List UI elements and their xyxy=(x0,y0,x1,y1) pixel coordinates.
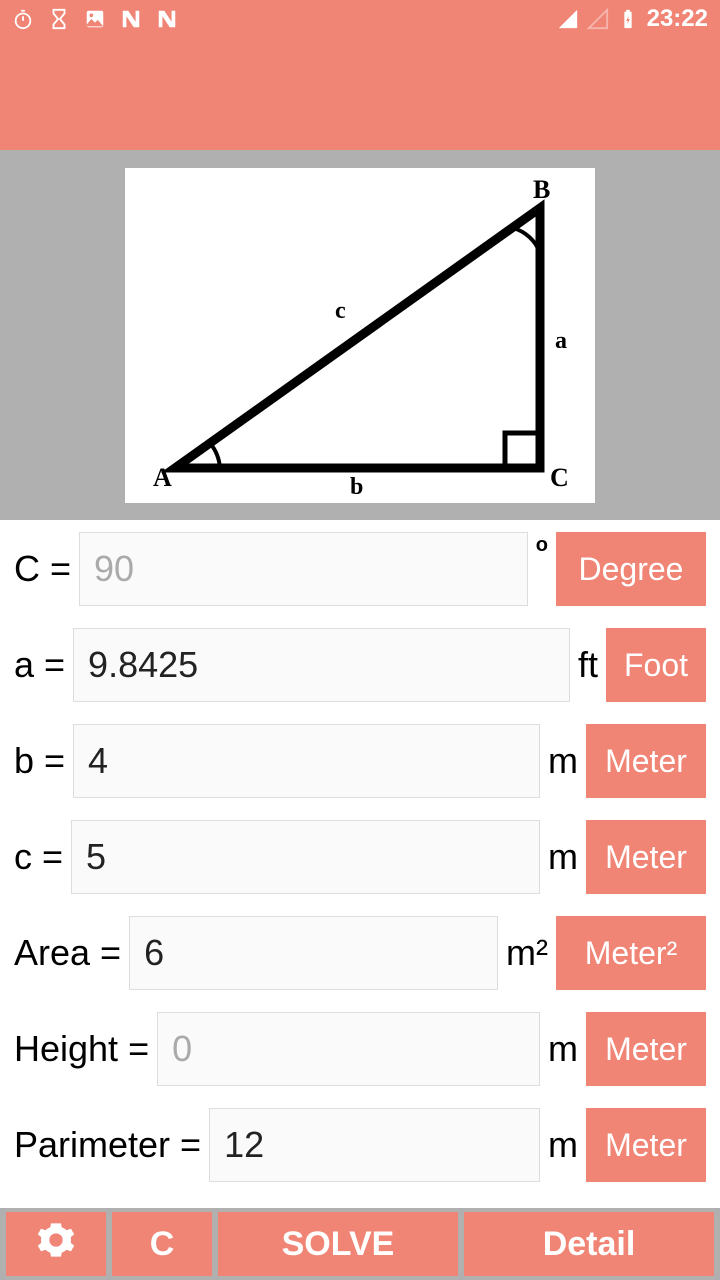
diagram-area: A B C a b c xyxy=(0,150,720,520)
angle-c-label: C = xyxy=(14,548,71,590)
battery-charging-icon xyxy=(617,8,639,30)
side-c-label: c xyxy=(335,298,346,324)
side-a-field-label: a = xyxy=(14,644,65,686)
clear-button[interactable]: C xyxy=(112,1212,212,1276)
side-c-input[interactable] xyxy=(71,820,540,894)
angle-c-suffix: o xyxy=(536,548,548,590)
side-b-field-label: b = xyxy=(14,740,65,782)
vertex-b-label: B xyxy=(533,175,550,204)
row-a: a = ft Foot xyxy=(14,628,706,702)
perimeter-input[interactable] xyxy=(209,1108,540,1182)
height-suffix: m xyxy=(548,1028,578,1070)
vertex-a-label: A xyxy=(153,463,172,492)
n-icon-1 xyxy=(120,8,142,30)
side-c-suffix: m xyxy=(548,836,578,878)
settings-button[interactable] xyxy=(6,1212,106,1276)
row-height: Height = m Meter xyxy=(14,1012,706,1086)
side-a-input[interactable] xyxy=(73,628,570,702)
side-a-unit-button[interactable]: Foot xyxy=(606,628,706,702)
angle-c-unit-button[interactable]: Degree xyxy=(556,532,706,606)
picture-icon xyxy=(84,8,106,30)
status-left-icons xyxy=(12,8,178,30)
perimeter-unit-button[interactable]: Meter xyxy=(586,1108,706,1182)
row-perimeter: Parimeter = m Meter xyxy=(14,1108,706,1182)
height-input[interactable] xyxy=(157,1012,540,1086)
app-header xyxy=(0,38,720,150)
height-label: Height = xyxy=(14,1028,149,1070)
triangle-diagram: A B C a b c xyxy=(125,168,595,503)
clock-label: 23:22 xyxy=(647,5,708,33)
status-right: 23:22 xyxy=(557,5,708,33)
side-c-unit-button[interactable]: Meter xyxy=(586,820,706,894)
side-a-label: a xyxy=(555,328,567,354)
area-input[interactable] xyxy=(129,916,498,990)
row-angle-c: C = o Degree xyxy=(14,532,706,606)
timer-icon xyxy=(12,8,34,30)
n-icon-2 xyxy=(156,8,178,30)
detail-button[interactable]: Detail xyxy=(464,1212,714,1276)
side-c-field-label: c = xyxy=(14,836,63,878)
area-label: Area = xyxy=(14,932,121,974)
status-bar: 23:22 xyxy=(0,0,720,38)
row-b: b = m Meter xyxy=(14,724,706,798)
perimeter-suffix: m xyxy=(548,1124,578,1166)
signal-icon xyxy=(557,8,579,30)
hourglass-icon xyxy=(48,8,70,30)
row-c: c = m Meter xyxy=(14,820,706,894)
height-unit-button[interactable]: Meter xyxy=(586,1012,706,1086)
bottom-bar: C SOLVE Detail xyxy=(0,1208,720,1280)
row-area: Area = m² Meter² xyxy=(14,916,706,990)
vertex-c-label: C xyxy=(550,463,569,492)
side-b-input[interactable] xyxy=(73,724,540,798)
side-b-suffix: m xyxy=(548,740,578,782)
solve-button[interactable]: SOLVE xyxy=(218,1212,458,1276)
form-area: C = o Degree a = ft Foot b = m Meter c =… xyxy=(0,520,720,1182)
area-unit-button[interactable]: Meter² xyxy=(556,916,706,990)
side-b-unit-button[interactable]: Meter xyxy=(586,724,706,798)
angle-c-input[interactable] xyxy=(79,532,528,606)
gear-icon xyxy=(36,1220,76,1269)
side-a-suffix: ft xyxy=(578,644,598,686)
signal-empty-icon xyxy=(587,8,609,30)
side-b-label: b xyxy=(350,474,363,500)
perimeter-label: Parimeter = xyxy=(14,1124,201,1166)
area-suffix: m² xyxy=(506,932,548,974)
